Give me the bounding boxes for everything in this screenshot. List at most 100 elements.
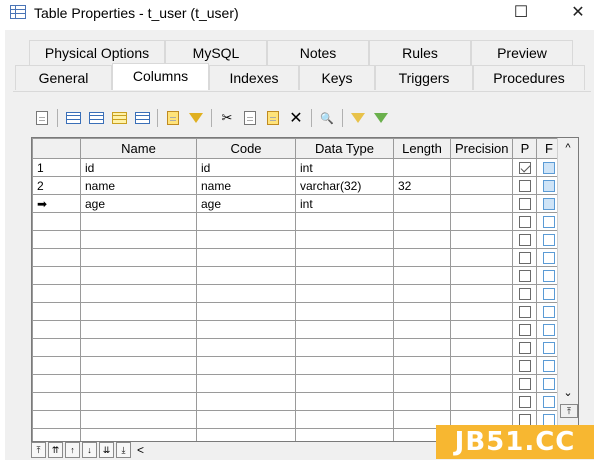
cell-name[interactable] <box>80 266 197 285</box>
cell-code[interactable] <box>196 248 296 267</box>
cell-name[interactable] <box>80 284 197 303</box>
move-page-up-icon[interactable]: ⇈ <box>48 442 63 458</box>
cell-code[interactable] <box>196 230 296 249</box>
row-number[interactable] <box>32 230 81 249</box>
header-data-type[interactable]: Data Type <box>295 138 394 159</box>
cell-data-type[interactable] <box>295 302 394 321</box>
foreign-checkbox[interactable] <box>542 216 555 229</box>
cell-code[interactable] <box>196 266 296 285</box>
close-button[interactable]: ✕ <box>566 3 590 23</box>
filter-icon[interactable] <box>348 108 368 128</box>
cell-name[interactable]: name <box>80 176 197 195</box>
cell-precision[interactable] <box>449 176 514 195</box>
row-number[interactable] <box>32 392 81 411</box>
primary-checkbox[interactable] <box>518 216 531 229</box>
header-precision[interactable]: Precision <box>449 138 514 159</box>
empty-row[interactable] <box>32 374 571 393</box>
cell-data-type[interactable] <box>295 392 394 411</box>
maximize-button[interactable]: ☐ <box>509 3 533 23</box>
tab-columns[interactable]: Columns <box>112 63 209 90</box>
paste-icon[interactable] <box>263 108 283 128</box>
copy-icon[interactable] <box>240 108 260 128</box>
cell-name[interactable] <box>80 356 197 375</box>
header-length[interactable]: Length <box>393 138 451 159</box>
row-number[interactable] <box>32 212 81 231</box>
cell-data-type[interactable]: varchar(32) <box>295 176 394 195</box>
row-number[interactable] <box>32 248 81 267</box>
move-bottom-icon[interactable]: ⤓ <box>116 442 131 458</box>
cell-code[interactable] <box>196 428 296 441</box>
cell-data-type[interactable] <box>295 338 394 357</box>
table-row[interactable]: 2 name name varchar(32) 32 <box>32 176 571 195</box>
scroll-up-icon[interactable]: ^ <box>560 140 576 156</box>
cell-data-type[interactable] <box>295 212 394 231</box>
cell-primary[interactable] <box>512 266 538 285</box>
header-primary[interactable]: P <box>512 138 538 159</box>
cell-code[interactable] <box>196 284 296 303</box>
properties-icon[interactable] <box>32 108 52 128</box>
cell-data-type[interactable] <box>295 284 394 303</box>
cell-primary[interactable] <box>512 158 538 177</box>
foreign-checkbox[interactable] <box>542 324 555 337</box>
add-rows-icon[interactable] <box>109 108 129 128</box>
cell-length[interactable] <box>393 374 451 393</box>
row-number[interactable] <box>32 284 81 303</box>
foreign-checkbox[interactable] <box>542 162 555 175</box>
move-page-down-icon[interactable]: ⇊ <box>99 442 114 458</box>
cell-code[interactable] <box>196 212 296 231</box>
foreign-checkbox[interactable] <box>542 306 555 319</box>
foreign-checkbox[interactable] <box>542 360 555 373</box>
scroll-left-icon[interactable]: < <box>137 443 144 457</box>
row-number[interactable] <box>32 410 81 429</box>
cell-code[interactable] <box>196 302 296 321</box>
add-row-icon[interactable] <box>63 108 83 128</box>
foreign-checkbox[interactable] <box>542 252 555 265</box>
empty-row[interactable] <box>32 320 571 339</box>
cell-precision[interactable] <box>449 302 514 321</box>
cell-length[interactable] <box>393 266 451 285</box>
cell-precision[interactable] <box>449 158 514 177</box>
primary-checkbox[interactable] <box>518 234 531 247</box>
cell-length[interactable] <box>393 158 451 177</box>
primary-checkbox[interactable] <box>518 288 531 301</box>
cell-precision[interactable] <box>449 374 514 393</box>
row-number[interactable] <box>32 374 81 393</box>
cell-length[interactable] <box>393 356 451 375</box>
cell-length[interactable] <box>393 302 451 321</box>
tab-procedures[interactable]: Procedures <box>473 65 585 90</box>
cell-data-type[interactable] <box>295 428 394 441</box>
primary-checkbox[interactable] <box>518 306 531 319</box>
row-number[interactable]: 1 <box>32 158 81 177</box>
cell-primary[interactable] <box>512 392 538 411</box>
cell-precision[interactable] <box>449 212 514 231</box>
empty-row[interactable] <box>32 230 571 249</box>
cell-length[interactable] <box>393 212 451 231</box>
cell-precision[interactable] <box>449 284 514 303</box>
tab-general[interactable]: General <box>15 65 112 90</box>
empty-row[interactable] <box>32 302 571 321</box>
modify-icon[interactable] <box>132 108 152 128</box>
cell-precision[interactable] <box>449 356 514 375</box>
vertical-scrollbar[interactable]: ^ ⌄ ⤒ <box>557 138 578 441</box>
cell-primary[interactable] <box>512 230 538 249</box>
cell-primary[interactable] <box>512 194 538 213</box>
header-name[interactable]: Name <box>80 138 197 159</box>
row-number[interactable] <box>32 266 81 285</box>
cell-length[interactable] <box>393 320 451 339</box>
cut-icon[interactable]: ✂ <box>217 108 237 128</box>
empty-row[interactable] <box>32 356 571 375</box>
primary-checkbox[interactable] <box>518 270 531 283</box>
paste-row-icon[interactable] <box>186 108 206 128</box>
empty-row[interactable] <box>32 338 571 357</box>
insert-row-icon[interactable] <box>86 108 106 128</box>
cell-code[interactable] <box>196 374 296 393</box>
row-number[interactable] <box>32 356 81 375</box>
row-number[interactable]: 2 <box>32 176 81 195</box>
cell-name[interactable] <box>80 230 197 249</box>
cell-precision[interactable] <box>449 248 514 267</box>
table-row[interactable]: ➡ age age int <box>32 194 571 213</box>
cell-name[interactable] <box>80 374 197 393</box>
primary-checkbox[interactable] <box>518 378 531 391</box>
cell-code[interactable]: id <box>196 158 296 177</box>
empty-row[interactable] <box>32 284 571 303</box>
